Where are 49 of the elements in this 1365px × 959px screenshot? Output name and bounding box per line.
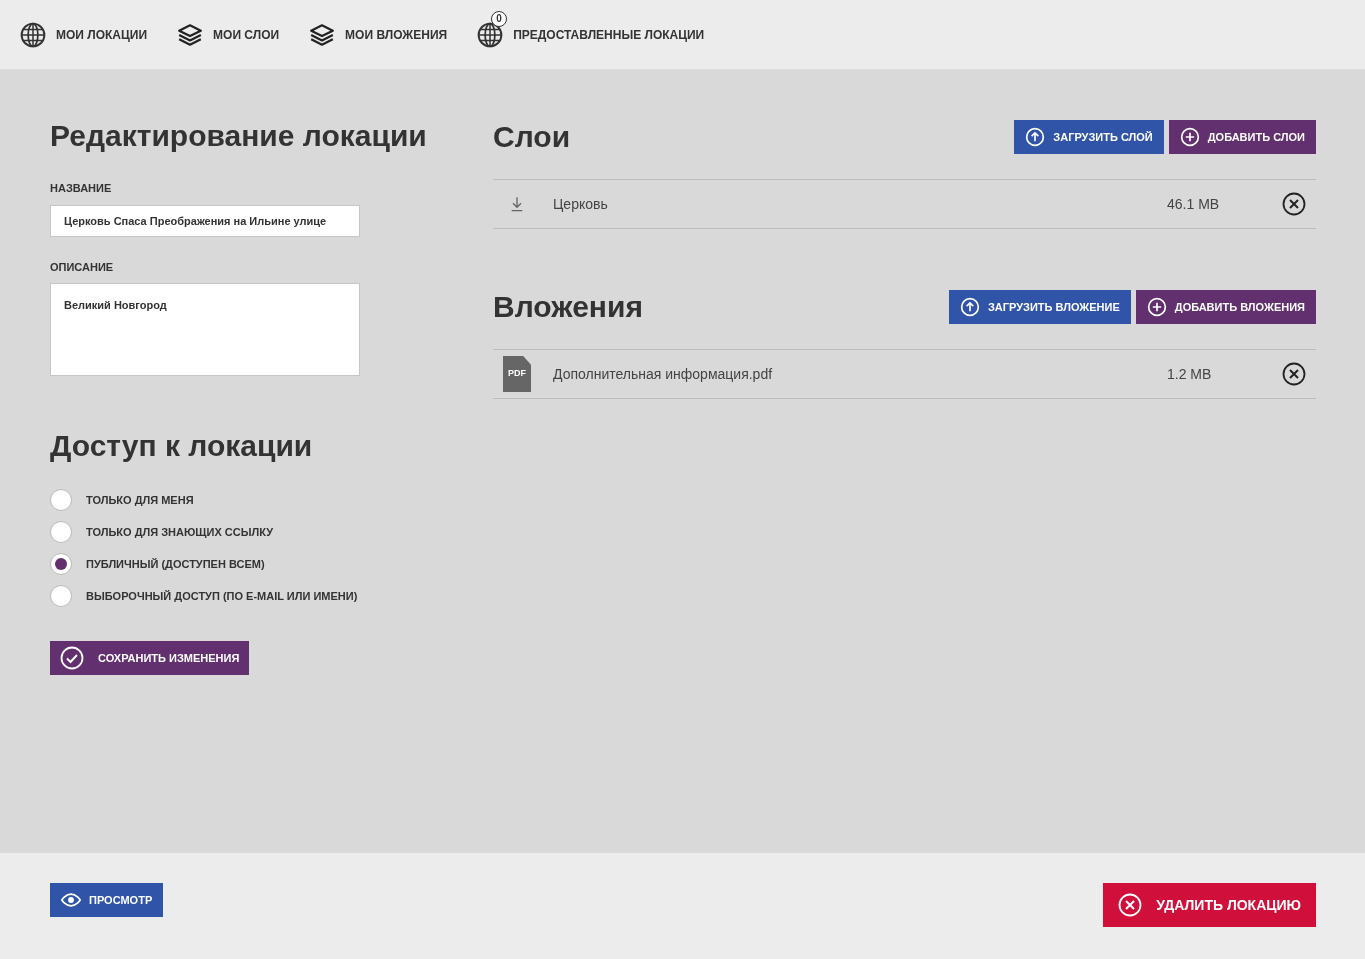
delete-button[interactable]: УДАЛИТЬ ЛОКАЦИЮ	[1103, 883, 1316, 927]
radio-option[interactable]: ТОЛЬКО ДЛЯ ЗНАЮЩИХ ССЫЛКУ	[50, 516, 430, 548]
globe-icon	[477, 21, 504, 48]
name-field[interactable]: Церковь Спаса Преображения на Ильине улице	[50, 204, 360, 237]
radio-option[interactable]: ТОЛЬКО ДЛЯ МЕНЯ	[50, 484, 430, 516]
field-label: ОПИСАНИЕ	[50, 259, 115, 275]
add-button[interactable]: ДОБАВИТЬ ВЛОЖЕНИЯ	[1135, 290, 1316, 324]
file-name: Дополнительная информация.pdf	[553, 364, 774, 384]
nav-link[interactable]: ПРЕДОСТАВЛЕННЫЕ ЛОКАЦИИ 0	[477, 9, 705, 60]
save-button[interactable]: СОХРАНИТЬ ИЗМЕНЕНИЯ	[50, 641, 250, 675]
plus-icon	[1146, 297, 1167, 317]
radio-button[interactable]	[50, 585, 72, 607]
radio-button[interactable]	[50, 521, 72, 543]
file-name: Церковь	[553, 194, 609, 214]
section-title: Слои	[493, 119, 571, 155]
upload-button[interactable]: ЗАГРУЗИТЬ СЛОЙ	[1014, 120, 1164, 154]
nav-link[interactable]: МОИ ВЛОЖЕНИЯ	[309, 9, 448, 60]
check-icon	[60, 646, 84, 670]
field-label: НАЗВАНИЕ	[50, 181, 113, 196]
eye-icon	[61, 890, 81, 910]
description-field[interactable]: Великий Новгород	[50, 283, 360, 376]
file-size: 1.2 MB	[1167, 364, 1213, 384]
nav-link[interactable]: МОИ ЛОКАЦИИ	[20, 9, 148, 60]
close-icon	[1282, 192, 1306, 216]
upload-button[interactable]: ЗАГРУЗИТЬ ВЛОЖЕНИЕ	[948, 290, 1131, 324]
add-button[interactable]: ДОБАВИТЬ СЛОИ	[1168, 120, 1316, 154]
plus-icon	[1179, 127, 1200, 147]
remove-button[interactable]	[1282, 192, 1306, 216]
layers-icon	[309, 21, 336, 48]
download-icon	[509, 195, 525, 213]
remove-button[interactable]	[1282, 362, 1306, 386]
upload-icon	[1025, 127, 1046, 147]
page-title: Редактирование локации	[50, 118, 428, 154]
globe-icon	[20, 21, 46, 48]
file-size: 46.1 MB	[1167, 194, 1221, 214]
radio-button[interactable]	[50, 553, 72, 575]
radio-option[interactable]: ВЫБОРОЧНЫЙ ДОСТУП (ПО E-MAIL ИЛИ ИМЕНИ)	[50, 580, 430, 612]
section-title: Доступ к локации	[50, 428, 314, 464]
preview-button[interactable]: ПРОСМОТР	[50, 883, 164, 917]
count-badge: 0	[491, 10, 508, 27]
section-title: Вложения	[493, 289, 643, 325]
upload-icon	[959, 297, 980, 317]
pdf-file-icon: PDF	[503, 356, 531, 392]
radio-option[interactable]: ПУБЛИЧНЫЙ (ДОСТУПЕН ВСЕМ)	[50, 548, 430, 580]
layers-icon	[177, 21, 204, 48]
close-icon	[1118, 893, 1143, 917]
radio-button[interactable]	[50, 489, 72, 511]
nav-link[interactable]: МОИ СЛОИ	[177, 9, 280, 60]
close-icon	[1282, 362, 1306, 386]
